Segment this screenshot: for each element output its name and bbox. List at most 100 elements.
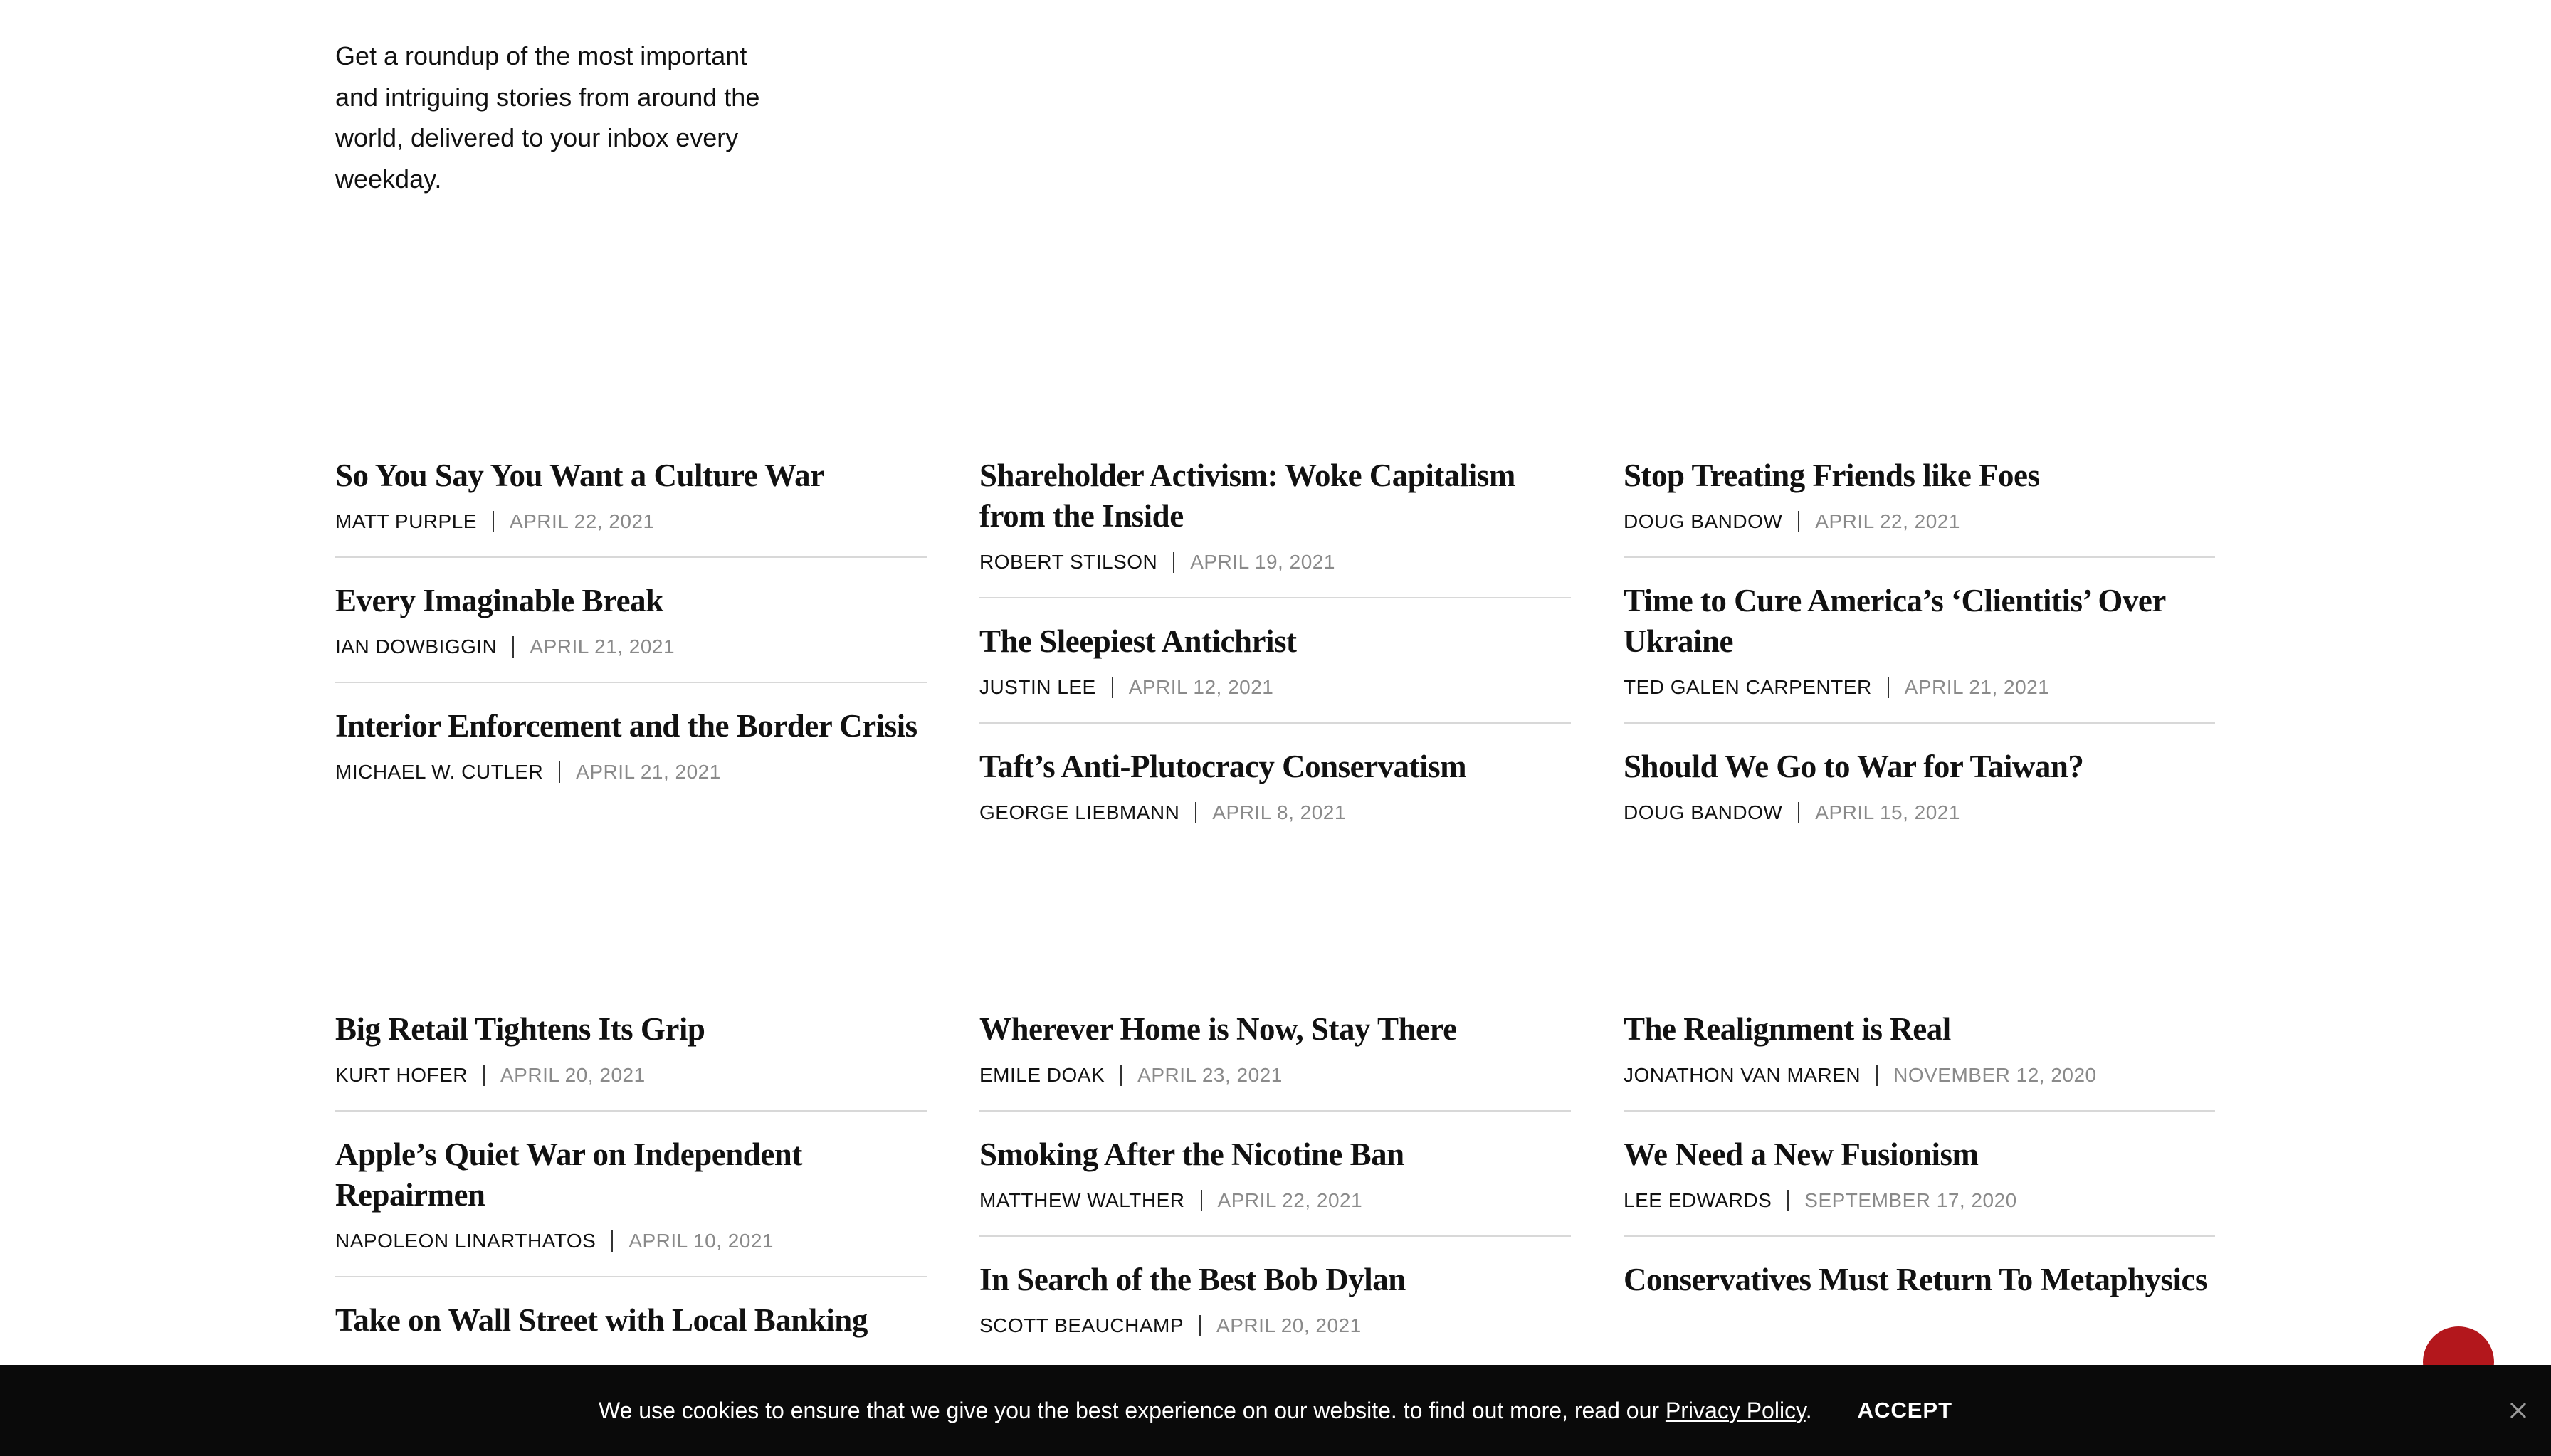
article-date: APRIL 8, 2021 [1212,801,1346,823]
article-title[interactable]: Should We Go to War for Taiwan? [1624,747,2215,787]
article-item: Interior Enforcement and the Border Cris… [335,706,927,807]
article-meta: MICHAEL W. CUTLER APRIL 21, 2021 [335,761,927,784]
article-item: In Search of the Best Bob Dylan SCOTT BE… [979,1260,1571,1361]
article-date: APRIL 15, 2021 [1815,801,1960,823]
article-title[interactable]: Wherever Home is Now, Stay There [979,1009,1571,1050]
cookie-message: We use cookies to ensure that we give yo… [599,1398,1812,1424]
article-author[interactable]: JUSTIN LEE [979,676,1096,699]
article-item: We Need a New Fusionism LEE EDWARDS SEPT… [1624,1134,2215,1237]
article-item: The Sleepiest Antichrist JUSTIN LEE APRI… [979,621,1571,724]
article-column: The Realignment is Real JONATHON VAN MAR… [1624,1009,2215,1401]
newsletter-description: Get a roundup of the most important and … [335,41,760,194]
article-author[interactable]: NAPOLEON LINARTHATOS [335,1230,596,1252]
article-author[interactable]: DOUG BANDOW [1624,801,1782,824]
article-column: Stop Treating Friends like Foes DOUG BAN… [1624,455,2215,870]
article-column: Shareholder Activism: Woke Capitalism fr… [979,455,1571,870]
article-title[interactable]: Big Retail Tightens Its Grip [335,1009,927,1050]
article-title[interactable]: The Realignment is Real [1624,1009,2215,1050]
meta-separator [492,511,494,532]
article-item: Big Retail Tightens Its Grip KURT HOFER … [335,1009,927,1112]
cookie-banner: We use cookies to ensure that we give yo… [0,1365,2551,1456]
article-item: Wherever Home is Now, Stay There EMILE D… [979,1009,1571,1112]
article-author[interactable]: SCOTT BEAUCHAMP [979,1314,1184,1337]
article-author[interactable]: IAN DOWBIGGIN [335,635,497,658]
article-item: Shareholder Activism: Woke Capitalism fr… [979,455,1571,598]
article-author[interactable]: LEE EDWARDS [1624,1189,1772,1212]
article-column: Wherever Home is Now, Stay There EMILE D… [979,1009,1571,1401]
accept-cookies-button[interactable]: ACCEPT [1858,1398,1952,1423]
cookie-message-text: We use cookies to ensure that we give yo… [598,1397,1660,1423]
article-title[interactable]: Conservatives Must Return To Metaphysics [1624,1260,2215,1300]
meta-separator [1195,802,1197,823]
article-column: Big Retail Tightens Its Grip KURT HOFER … [335,1009,927,1401]
article-meta: MATT PURPLE APRIL 22, 2021 [335,510,927,533]
article-meta: LEE EDWARDS SEPTEMBER 17, 2020 [1624,1189,2215,1212]
article-item: Conservatives Must Return To Metaphysics [1624,1260,2215,1338]
article-author[interactable]: MATT PURPLE [335,510,477,533]
article-grid-2: Big Retail Tightens Its Grip KURT HOFER … [335,1009,2216,1401]
article-item: Smoking After the Nicotine Ban MATTHEW W… [979,1134,1571,1237]
article-title[interactable]: In Search of the Best Bob Dylan [979,1260,1571,1300]
article-meta: DOUG BANDOW APRIL 15, 2021 [1624,801,2215,824]
meta-separator [1887,677,1889,698]
article-date: APRIL 22, 2021 [509,510,655,532]
article-author[interactable]: TED GALEN CARPENTER [1624,676,1872,699]
article-item: Stop Treating Friends like Foes DOUG BAN… [1624,455,2215,558]
meta-separator [1120,1065,1122,1086]
article-title[interactable]: Shareholder Activism: Woke Capitalism fr… [979,455,1571,537]
article-title[interactable]: Apple’s Quiet War on Independent Repairm… [335,1134,927,1215]
meta-separator [1876,1065,1878,1086]
article-title[interactable]: Interior Enforcement and the Border Cris… [335,706,927,747]
meta-separator [512,636,515,658]
privacy-policy-link[interactable]: Privacy Policy [1666,1398,1806,1423]
article-meta: ROBERT STILSON APRIL 19, 2021 [979,551,1571,574]
article-item: Apple’s Quiet War on Independent Repairm… [335,1134,927,1277]
article-title[interactable]: We Need a New Fusionism [1624,1134,2215,1175]
article-date: APRIL 19, 2021 [1190,551,1335,573]
article-title[interactable]: The Sleepiest Antichrist [979,621,1571,662]
close-icon[interactable] [2500,1392,2537,1429]
article-title[interactable]: Stop Treating Friends like Foes [1624,455,2215,496]
article-title[interactable]: Time to Cure America’s ‘Clientitis’ Over… [1624,581,2215,662]
article-title[interactable]: Every Imaginable Break [335,581,927,621]
article-meta: SCOTT BEAUCHAMP APRIL 20, 2021 [979,1314,1571,1337]
article-date: APRIL 22, 2021 [1815,510,1960,532]
article-item: So You Say You Want a Culture War MATT P… [335,455,927,558]
article-date: APRIL 21, 2021 [1904,676,2050,698]
article-meta: MATTHEW WALTHER APRIL 22, 2021 [979,1189,1571,1212]
article-meta: EMILE DOAK APRIL 23, 2021 [979,1064,1571,1087]
article-item: The Realignment is Real JONATHON VAN MAR… [1624,1009,2215,1112]
meta-separator [559,761,561,783]
article-author[interactable]: ROBERT STILSON [979,551,1157,574]
article-date: SEPTEMBER 17, 2020 [1804,1189,2017,1211]
article-date: APRIL 10, 2021 [628,1230,774,1252]
article-meta: JUSTIN LEE APRIL 12, 2021 [979,676,1571,699]
article-meta: TED GALEN CARPENTER APRIL 21, 2021 [1624,676,2215,699]
article-date: APRIL 12, 2021 [1128,676,1274,698]
article-title[interactable]: Smoking After the Nicotine Ban [979,1134,1571,1175]
article-meta: JONATHON VAN MAREN NOVEMBER 12, 2020 [1624,1064,2215,1087]
cookie-message-period: . [1805,1397,1812,1423]
article-author[interactable]: EMILE DOAK [979,1064,1105,1087]
article-meta: GEORGE LIEBMANN APRIL 8, 2021 [979,801,1571,824]
article-column: So You Say You Want a Culture War MATT P… [335,455,927,870]
article-title[interactable]: So You Say You Want a Culture War [335,455,927,496]
article-author[interactable]: KURT HOFER [335,1064,468,1087]
article-title[interactable]: Taft’s Anti-Plutocracy Conservatism [979,747,1571,787]
meta-separator [611,1230,614,1252]
article-item: Time to Cure America’s ‘Clientitis’ Over… [1624,581,2215,724]
meta-separator [1798,802,1800,823]
article-date: APRIL 22, 2021 [1217,1189,1363,1211]
article-title[interactable]: Take on Wall Street with Local Banking [335,1300,927,1341]
meta-separator [1199,1315,1201,1336]
meta-separator [1111,677,1113,698]
article-author[interactable]: DOUG BANDOW [1624,510,1782,533]
article-author[interactable]: JONATHON VAN MAREN [1624,1064,1861,1087]
article-author[interactable]: MICHAEL W. CUTLER [335,761,543,784]
meta-separator [1173,552,1175,573]
article-author[interactable]: GEORGE LIEBMANN [979,801,1179,824]
article-meta: NAPOLEON LINARTHATOS APRIL 10, 2021 [335,1230,927,1252]
article-date: APRIL 20, 2021 [1216,1314,1362,1336]
article-author[interactable]: MATTHEW WALTHER [979,1189,1185,1212]
meta-separator [1200,1190,1202,1211]
